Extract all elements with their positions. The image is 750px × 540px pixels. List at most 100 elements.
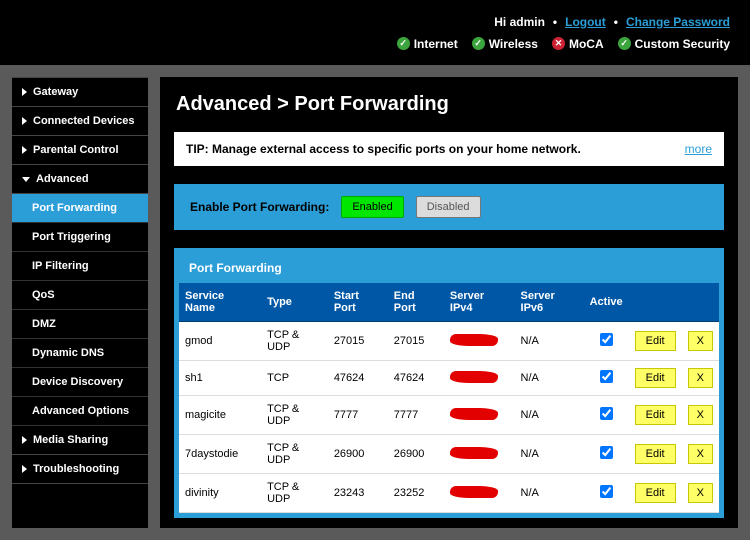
cell-server-ipv6: N/A (515, 361, 584, 396)
redacted-ipv4 (450, 447, 498, 459)
cell-end-port: 7777 (388, 396, 444, 435)
change-password-link[interactable]: Change Password (626, 15, 730, 29)
cell-active (584, 322, 629, 361)
delete-button[interactable]: X (688, 483, 713, 503)
redacted-ipv4 (450, 408, 498, 420)
sidebar-item-label: Troubleshooting (33, 463, 119, 475)
caret-right-icon (22, 88, 27, 96)
status-label: Internet (414, 37, 458, 51)
cell-end-port: 47624 (388, 361, 444, 396)
sidebar-item-connected-devices[interactable]: Connected Devices (12, 107, 148, 136)
status-internet: ✓Internet (397, 37, 458, 51)
caret-right-icon (22, 117, 27, 125)
redacted-ipv4 (450, 371, 498, 383)
sidebar-item-troubleshooting[interactable]: Troubleshooting (12, 455, 148, 484)
status-label: Custom Security (635, 37, 730, 51)
cell-service-name: magicite (179, 396, 261, 435)
cell-active (584, 361, 629, 396)
sidebar-sub-dynamic-dns[interactable]: Dynamic DNS (12, 339, 148, 368)
active-checkbox[interactable] (600, 370, 613, 383)
sidebar-item-parental-control[interactable]: Parental Control (12, 136, 148, 165)
edit-button[interactable]: Edit (635, 405, 676, 425)
sidebar-item-gateway[interactable]: Gateway (12, 78, 148, 107)
table-body: gmodTCP & UDP2701527015N/AEditXsh1TCP476… (179, 322, 719, 513)
status-wireless: ✓Wireless (472, 37, 538, 51)
col-actions (682, 283, 719, 322)
col-service-name: Service Name (179, 283, 261, 322)
cell-server-ipv6: N/A (515, 474, 584, 513)
active-checkbox[interactable] (600, 333, 613, 346)
col-start-port: Start Port (328, 283, 388, 322)
cell-delete: X (682, 361, 719, 396)
sidebar-item-advanced[interactable]: Advanced (12, 165, 148, 194)
edit-button[interactable]: Edit (635, 331, 676, 351)
cell-edit: Edit (629, 361, 682, 396)
table-header-row: Service NameTypeStart PortEnd PortServer… (179, 283, 719, 322)
enabled-button[interactable]: Enabled (341, 196, 403, 218)
delete-button[interactable]: X (688, 444, 713, 464)
cell-type: TCP & UDP (261, 474, 328, 513)
cell-server-ipv6: N/A (515, 435, 584, 474)
edit-button[interactable]: Edit (635, 483, 676, 503)
topbar-account-row: Hi admin • Logout • Change Password (494, 15, 730, 29)
active-checkbox[interactable] (600, 407, 613, 420)
cell-start-port: 7777 (328, 396, 388, 435)
tip-box: TIP: Manage external access to specific … (174, 132, 724, 166)
page-title: Advanced > Port Forwarding (176, 93, 722, 116)
active-checkbox[interactable] (600, 446, 613, 459)
cell-start-port: 26900 (328, 435, 388, 474)
cell-delete: X (682, 322, 719, 361)
status-custom-security: ✓ Custom Security (618, 37, 730, 51)
cell-server-ipv4 (444, 396, 515, 435)
sidebar-item-label: Parental Control (33, 144, 119, 156)
edit-button[interactable]: Edit (635, 444, 676, 464)
x-icon: ✕ (552, 37, 565, 50)
cell-edit: Edit (629, 322, 682, 361)
sidebar-sub-qos[interactable]: QoS (12, 281, 148, 310)
sidebar: Gateway Connected Devices Parental Control… (12, 77, 148, 528)
cell-server-ipv4 (444, 322, 515, 361)
sidebar-sub-port-forwarding[interactable]: Port Forwarding (12, 194, 148, 223)
cell-server-ipv4 (444, 361, 515, 396)
sidebar-item-media-sharing[interactable]: Media Sharing (12, 426, 148, 455)
sidebar-sub-advanced-options[interactable]: Advanced Options (12, 397, 148, 426)
sidebar-sub-ip-filtering[interactable]: IP Filtering (12, 252, 148, 281)
logout-link[interactable]: Logout (565, 15, 606, 29)
more-link[interactable]: more (685, 142, 712, 156)
cell-delete: X (682, 396, 719, 435)
cell-active (584, 435, 629, 474)
cell-edit: Edit (629, 396, 682, 435)
status-moca: ✕MoCA (552, 37, 604, 51)
active-checkbox[interactable] (600, 485, 613, 498)
delete-button[interactable]: X (688, 331, 713, 351)
check-icon: ✓ (618, 37, 631, 50)
cell-active (584, 474, 629, 513)
cell-end-port: 23252 (388, 474, 444, 513)
delete-button[interactable]: X (688, 368, 713, 388)
sidebar-sub-device-discovery[interactable]: Device Discovery (12, 368, 148, 397)
caret-right-icon (22, 146, 27, 154)
col-actions (629, 283, 682, 322)
sidebar-sub-dmz[interactable]: DMZ (12, 310, 148, 339)
sidebar-item-label: Gateway (33, 86, 78, 98)
separator: • (614, 15, 618, 29)
cell-server-ipv6: N/A (515, 396, 584, 435)
col-type: Type (261, 283, 328, 322)
separator: • (553, 15, 557, 29)
col-server-ipv4: Server IPv4 (444, 283, 515, 322)
sidebar-sub-port-triggering[interactable]: Port Triggering (12, 223, 148, 252)
greeting-text: Hi admin (494, 15, 545, 29)
sidebar-item-label: Connected Devices (33, 115, 134, 127)
caret-right-icon (22, 465, 27, 473)
tip-text: TIP: Manage external access to specific … (186, 142, 581, 156)
table-row: magiciteTCP & UDP77777777N/AEditX (179, 396, 719, 435)
delete-button[interactable]: X (688, 405, 713, 425)
cell-server-ipv4 (444, 474, 515, 513)
disabled-button[interactable]: Disabled (416, 196, 481, 218)
col-active: Active (584, 283, 629, 322)
cell-start-port: 23243 (328, 474, 388, 513)
enable-label: Enable Port Forwarding: (190, 200, 329, 214)
cell-service-name: divinity (179, 474, 261, 513)
table-caption: Port Forwarding (179, 253, 719, 283)
edit-button[interactable]: Edit (635, 368, 676, 388)
